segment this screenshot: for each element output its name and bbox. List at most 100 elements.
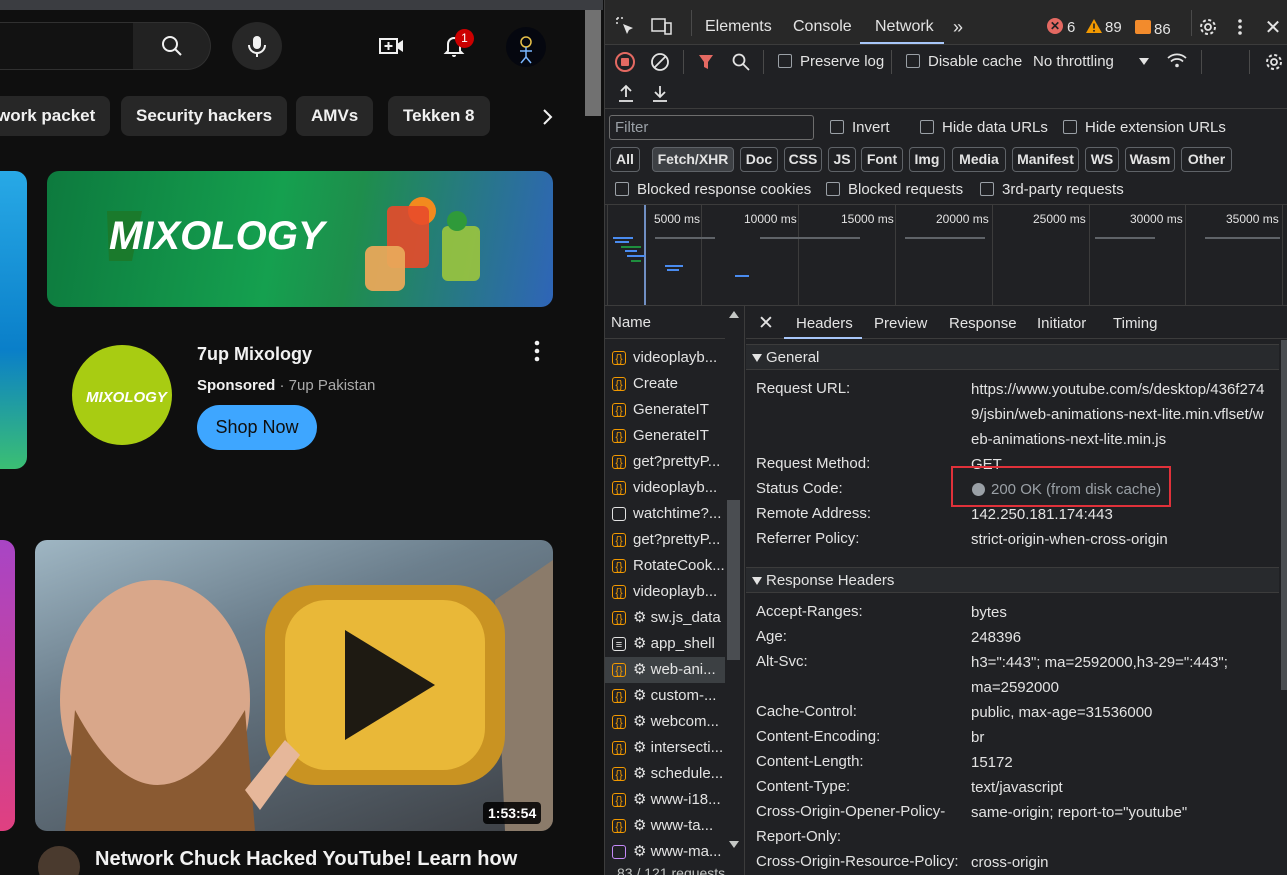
response-headers-section-header[interactable]: Response Headers	[746, 567, 1287, 593]
request-row[interactable]: watchtime?...	[605, 501, 725, 527]
network-conditions-icon[interactable]	[1165, 50, 1189, 72]
error-count[interactable]: 6	[1067, 19, 1075, 36]
search-button[interactable]	[133, 22, 211, 70]
type-doc[interactable]: Doc	[740, 147, 778, 172]
tab-initiator[interactable]: Initiator	[1037, 315, 1086, 332]
type-media[interactable]: Media	[952, 147, 1006, 172]
request-row[interactable]: {} ⚙ custom-...	[605, 683, 725, 709]
scroll-up-icon[interactable]	[727, 308, 740, 320]
request-row[interactable]: {} Create	[605, 371, 725, 397]
import-har-icon[interactable]	[616, 83, 636, 103]
hide-data-urls-checkbox[interactable]	[920, 120, 934, 134]
search-input[interactable]	[0, 22, 134, 70]
create-button[interactable]	[372, 28, 412, 64]
tab-elements[interactable]: Elements	[705, 18, 772, 36]
chip-amvs[interactable]: AMVs	[296, 96, 374, 136]
page-scrollbar[interactable]	[585, 10, 603, 875]
request-row[interactable]: {} get?prettyP...	[605, 527, 725, 553]
issues-count[interactable]: 86	[1154, 21, 1171, 38]
video-title[interactable]: Network Chuck Hacked YouTube! Learn how	[95, 848, 517, 871]
type-img[interactable]: Img	[909, 147, 945, 172]
shop-now-button[interactable]: Shop Now	[197, 405, 317, 450]
warning-count[interactable]: 89	[1105, 19, 1122, 36]
chip-work-packet[interactable]: work packet	[0, 96, 111, 136]
more-tabs-icon[interactable]: »	[947, 16, 969, 38]
disable-cache-label[interactable]: Disable cache	[928, 53, 1022, 70]
preserve-log-checkbox[interactable]	[778, 54, 792, 68]
ad-banner-image[interactable]: MIXOLOGY	[47, 171, 553, 307]
avatar[interactable]	[506, 27, 546, 67]
filter-input[interactable]: Filter	[609, 115, 814, 140]
partial-thumbnail[interactable]	[0, 171, 27, 469]
details-scrollbar-thumb[interactable]	[1281, 340, 1287, 690]
blocked-requests-label[interactable]: Blocked requests	[848, 181, 963, 198]
search-icon[interactable]	[731, 52, 751, 72]
filter-icon[interactable]	[697, 53, 715, 71]
close-devtools-icon[interactable]: ✕	[1263, 16, 1283, 39]
throttling-select[interactable]: No throttling	[1033, 53, 1114, 70]
ad-title[interactable]: 7up Mixology	[197, 344, 312, 365]
device-toolbar-icon[interactable]	[649, 14, 675, 38]
channel-avatar[interactable]	[38, 846, 80, 875]
request-row-selected[interactable]: {} ⚙ web-ani...	[605, 657, 725, 683]
type-ws[interactable]: WS	[1085, 147, 1119, 172]
video-thumbnail[interactable]	[35, 540, 553, 831]
type-font[interactable]: Font	[861, 147, 903, 172]
tab-response[interactable]: Response	[949, 315, 1017, 332]
customize-menu-icon[interactable]	[1233, 16, 1247, 38]
type-css[interactable]: CSS	[784, 147, 822, 172]
close-details-icon[interactable]: ✕	[756, 313, 776, 334]
type-wasm[interactable]: Wasm	[1125, 147, 1175, 172]
chips-next-button[interactable]	[530, 97, 564, 137]
general-section-header[interactable]: General	[746, 344, 1287, 370]
request-row[interactable]: {} ⚙ schedule...	[605, 761, 725, 787]
request-list-scrollbar-thumb[interactable]	[727, 500, 740, 660]
settings-gear-icon[interactable]	[1197, 16, 1219, 38]
type-all[interactable]: All	[610, 147, 640, 172]
request-row[interactable]: {} ⚙ webcom...	[605, 709, 725, 735]
type-fetch-xhr[interactable]: Fetch/XHR	[652, 147, 734, 172]
network-settings-icon[interactable]	[1263, 51, 1285, 73]
blocked-requests-checkbox[interactable]	[826, 182, 840, 196]
type-manifest[interactable]: Manifest	[1012, 147, 1079, 172]
request-row[interactable]: {} GenerateIT	[605, 423, 725, 449]
disable-cache-checkbox[interactable]	[906, 54, 920, 68]
chip-security-hackers[interactable]: Security hackers	[121, 96, 288, 136]
name-column-header[interactable]: Name	[605, 307, 742, 339]
advertiser-logo[interactable]: MIXOLOGY	[72, 345, 172, 445]
request-row[interactable]: {} ⚙ www-i18...	[605, 787, 725, 813]
request-row[interactable]: {} get?prettyP...	[605, 449, 725, 475]
type-other[interactable]: Other	[1181, 147, 1232, 172]
request-row[interactable]: ≡ ⚙ app_shell	[605, 631, 725, 657]
export-har-icon[interactable]	[650, 83, 670, 103]
hide-extension-urls-checkbox[interactable]	[1063, 120, 1077, 134]
request-row[interactable]: {} GenerateIT	[605, 397, 725, 423]
tab-console[interactable]: Console	[793, 18, 852, 36]
error-icon[interactable]: ✕	[1047, 18, 1063, 34]
third-party-checkbox[interactable]	[980, 182, 994, 196]
voice-search-button[interactable]	[232, 22, 282, 70]
scroll-down-icon[interactable]	[727, 838, 740, 850]
hide-data-urls-label[interactable]: Hide data URLs	[942, 119, 1048, 136]
request-row[interactable]: {} videoplayb...	[605, 475, 725, 501]
inspect-element-icon[interactable]	[613, 14, 637, 38]
type-js[interactable]: JS	[828, 147, 856, 172]
dropdown-arrow-icon[interactable]	[1137, 55, 1151, 67]
partial-thumbnail[interactable]	[0, 540, 15, 831]
third-party-label[interactable]: 3rd-party requests	[1002, 181, 1124, 198]
invert-label[interactable]: Invert	[852, 119, 890, 136]
clear-icon[interactable]	[650, 52, 670, 72]
request-row[interactable]: ⚙ www-ma...	[605, 839, 725, 865]
page-scrollbar-thumb[interactable]	[585, 10, 601, 116]
tab-timing[interactable]: Timing	[1113, 315, 1157, 332]
invert-checkbox[interactable]	[830, 120, 844, 134]
request-row[interactable]: {} ⚙ www-ta...	[605, 813, 725, 839]
preserve-log-label[interactable]: Preserve log	[800, 53, 884, 70]
request-row[interactable]: {} ⚙ sw.js_data	[605, 605, 725, 631]
issues-icon[interactable]	[1135, 20, 1151, 34]
hide-extension-urls-label[interactable]: Hide extension URLs	[1085, 119, 1226, 136]
timeline-overview[interactable]: 5000 ms 10000 ms 15000 ms 20000 ms 25000…	[605, 205, 1287, 305]
ad-menu-button[interactable]	[527, 338, 547, 364]
request-row[interactable]: {} RotateCook...	[605, 553, 725, 579]
request-row[interactable]: {} videoplayb...	[605, 345, 725, 371]
